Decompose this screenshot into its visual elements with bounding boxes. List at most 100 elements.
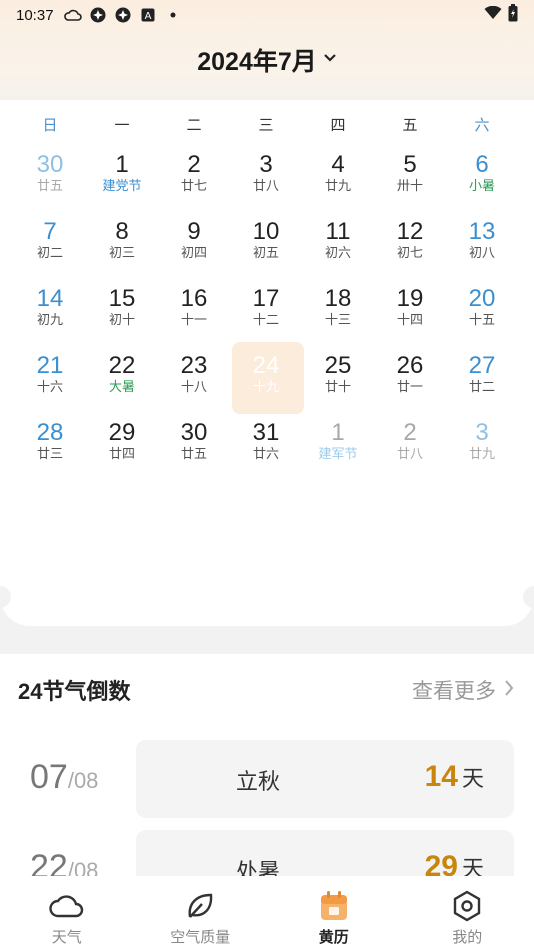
day-number: 24 (252, 352, 280, 379)
term-name: 立秋 (236, 770, 281, 795)
nav-label: 黄历 (318, 928, 349, 946)
lunar-date: 廿四 (108, 447, 135, 462)
lunar-date: 十三 (324, 313, 351, 328)
leaf-icon (182, 888, 218, 924)
bottom-navigation: 天气 空气质量 黄历 我的 (0, 876, 534, 950)
weekday-label: 日 (42, 116, 58, 134)
view-more-link[interactable]: 查看更多 (412, 675, 514, 705)
calendar-day[interactable]: 9 初四 (158, 207, 230, 274)
calendar-day[interactable]: 28 廿三 (14, 408, 86, 475)
lunar-date: 大暑 (108, 380, 135, 395)
solar-terms-title: 24节气倒数 (18, 679, 131, 704)
a-badge-icon: A (139, 6, 157, 24)
nav-label: 我的 (452, 928, 483, 946)
calendar-day[interactable]: 7 初二 (14, 207, 86, 274)
lunar-date: 廿五 (180, 447, 207, 462)
term-date-month: /08 (67, 768, 99, 793)
calendar-day[interactable]: 30 廿五 (14, 140, 86, 207)
lunar-date: 廿五 (36, 179, 63, 194)
nav-tab-air-quality[interactable]: 空气质量 (134, 876, 268, 950)
weekday-label: 四 (330, 116, 346, 134)
lunar-date: 初三 (108, 246, 135, 261)
calendar-day[interactable]: 20 十五 (446, 274, 518, 341)
status-time: 10:37 (16, 6, 54, 24)
nav-tab-almanac[interactable]: 黄历 (267, 876, 401, 950)
calendar-day[interactable]: 18 十三 (302, 274, 374, 341)
day-number: 17 (252, 285, 280, 312)
lunar-date: 廿一 (396, 380, 423, 395)
calendar-day[interactable]: 2 廿八 (374, 408, 446, 475)
calendar-day[interactable]: 8 初三 (86, 207, 158, 274)
calendar-day[interactable]: 4 廿九 (302, 140, 374, 207)
nav-tab-weather[interactable]: 天气 (0, 876, 134, 950)
calendar-day[interactable]: 16 十一 (158, 274, 230, 341)
month-selector[interactable]: 2024年7月 (0, 42, 534, 78)
lunar-date: 卅十 (396, 179, 423, 194)
calendar-card: 日 一 二 三 四 五 六 30 廿五 1 建党节 2 廿七 3 廿八 4 廿九 5 卅十 6 小暑 7 初二… (0, 100, 534, 626)
calendar-day[interactable]: 25 廿十 (302, 341, 374, 408)
calendar-day[interactable]: 30 廿五 (158, 408, 230, 475)
day-number: 15 (108, 285, 136, 312)
calendar-day[interactable]: 5 卅十 (374, 140, 446, 207)
solar-term-row[interactable]: 07/08 立秋 14 天 (0, 740, 534, 818)
month-title: 2024年7月 (197, 48, 317, 76)
day-number: 13 (468, 218, 496, 245)
lunar-date: 初八 (468, 246, 495, 261)
calendar-day[interactable]: 21 十六 (14, 341, 86, 408)
calendar-day[interactable]: 13 初八 (446, 207, 518, 274)
calendar-day-today[interactable]: 24 十九 (230, 341, 304, 414)
lunar-date: 建军节 (318, 447, 358, 462)
term-box: 立秋 14 天 (136, 740, 514, 818)
nav-tab-mine[interactable]: 我的 (401, 876, 534, 950)
calendar-day[interactable]: 10 初五 (230, 207, 302, 274)
calendar-day[interactable]: 3 廿八 (230, 140, 302, 207)
calendar-day[interactable]: 12 初七 (374, 207, 446, 274)
day-number: 14 (36, 285, 64, 312)
lunar-date: 初九 (36, 313, 63, 328)
calendar-day[interactable]: 17 十二 (230, 274, 302, 341)
calendar-day[interactable]: 6 小暑 (446, 140, 518, 207)
weekday-header: 日 一 二 三 四 五 六 (0, 114, 534, 135)
lunar-date: 初五 (252, 246, 279, 261)
day-number: 11 (325, 218, 351, 245)
day-number: 16 (180, 285, 208, 312)
cloud-icon (49, 888, 85, 924)
lunar-date: 廿二 (468, 380, 495, 395)
weekday-label: 一 (114, 116, 130, 134)
lunar-date: 建党节 (102, 179, 142, 194)
pinwheel-icon (114, 6, 132, 24)
lunar-date: 廿六 (252, 447, 279, 462)
day-number: 29 (108, 419, 136, 446)
calendar-day[interactable]: 11 初六 (302, 207, 374, 274)
calendar-day[interactable]: 15 初十 (86, 274, 158, 341)
lunar-date: 廿十 (324, 380, 351, 395)
weekday-label: 六 (474, 116, 490, 134)
day-number: 30 (180, 419, 208, 446)
day-number: 8 (115, 218, 129, 245)
lunar-date: 十八 (180, 380, 207, 395)
calendar-day[interactable]: 26 廿一 (374, 341, 446, 408)
calendar-day[interactable]: 1 建军节 (302, 408, 374, 475)
calendar-day[interactable]: 19 十四 (374, 274, 446, 341)
day-number: 1 (331, 419, 345, 446)
calendar-day[interactable]: 31 廿六 (230, 408, 302, 475)
calendar-day[interactable]: 3 廿九 (446, 408, 518, 475)
day-number: 20 (468, 285, 496, 312)
pinwheel-icon (89, 6, 107, 24)
calendar-day[interactable]: 27 廿二 (446, 341, 518, 408)
calendar-day[interactable]: 14 初九 (14, 274, 86, 341)
term-date-day: 07 (30, 758, 68, 796)
lunar-date: 十一 (180, 313, 207, 328)
lunar-date: 廿七 (180, 179, 207, 194)
lunar-date: 初四 (180, 246, 207, 261)
term-countdown: 14 天 (425, 760, 484, 794)
calendar-day[interactable]: 23 十八 (158, 341, 230, 408)
solar-terms-header: 24节气倒数 查看更多 (18, 674, 514, 706)
calendar-day[interactable]: 2 廿七 (158, 140, 230, 207)
calendar-day[interactable]: 22 大暑 (86, 341, 158, 408)
day-number: 26 (396, 352, 424, 379)
day-number: 21 (36, 352, 64, 379)
solar-terms-section: 24节气倒数 查看更多 07/08 立秋 14 天 22/08 处暑 29 天 (0, 654, 534, 908)
calendar-day[interactable]: 29 廿四 (86, 408, 158, 475)
calendar-day[interactable]: 1 建党节 (86, 140, 158, 207)
